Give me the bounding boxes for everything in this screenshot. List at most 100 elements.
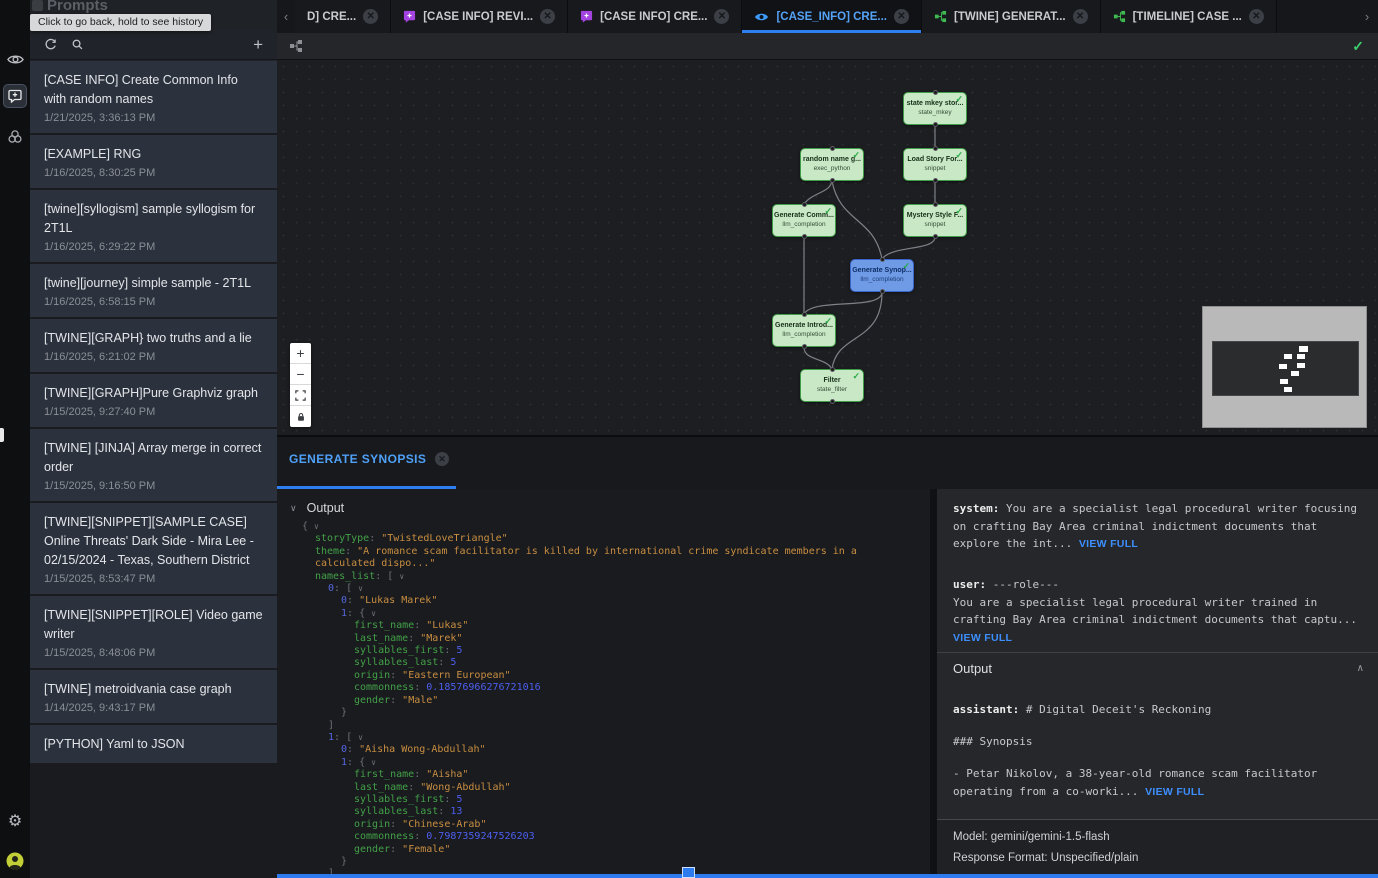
resize-handle[interactable] <box>682 867 695 878</box>
json-token: : <box>390 844 402 855</box>
tab-close-icon[interactable]: ✕ <box>1073 9 1088 24</box>
graph-node[interactable]: ✓state mkey stor...state_mkey <box>903 92 967 125</box>
search-icon[interactable] <box>71 38 84 51</box>
json-line: commonness: 0.18576966276721016 <box>277 682 920 694</box>
graph-canvas[interactable]: ✓state mkey stor...state_mkey ✓random nam… <box>277 60 1378 435</box>
collapse-chevron-icon[interactable]: ∨ <box>371 758 376 767</box>
collapse-chevron-icon[interactable]: ∨ <box>358 733 363 742</box>
tab-close-icon[interactable]: ✕ <box>540 9 555 24</box>
edge-drag-handle[interactable] <box>0 428 4 442</box>
tab-close-icon[interactable]: ✕ <box>363 9 378 24</box>
list-item[interactable]: [twine][syllogism] sample syllogism for … <box>30 190 277 262</box>
json-token: : { <box>347 757 371 768</box>
output-section-toggle[interactable]: ∨ Output <box>277 489 930 521</box>
user-message: user: ---role--- You are a specialist le… <box>953 576 1366 647</box>
json-token: : <box>414 682 426 693</box>
view-full-link[interactable]: VIEW FULL <box>1145 786 1204 798</box>
list-item[interactable]: [TWINE] metroidvania case graph1/14/2025… <box>30 670 277 723</box>
json-line: names_list: [ ∨ <box>277 571 920 583</box>
add-prompt-button[interactable]: + <box>253 36 263 53</box>
chevron-up-icon[interactable]: ∧ <box>1357 663 1364 674</box>
json-token: "Wong-Abdullah" <box>420 782 510 793</box>
view-full-link[interactable]: VIEW FULL <box>953 632 1012 644</box>
check-icon: ✓ <box>955 206 963 217</box>
fit-view-icon[interactable] <box>290 385 311 406</box>
refresh-icon[interactable] <box>44 38 57 51</box>
graph-node[interactable]: ✓Filterstate_filter <box>800 369 864 402</box>
tab-close-icon[interactable]: ✕ <box>1249 9 1264 24</box>
list-item[interactable]: [TWINE][SNIPPET][SAMPLE CASE] Online Thr… <box>30 503 277 594</box>
list-item[interactable]: [CASE INFO] Create Common Info with rand… <box>30 61 277 133</box>
collapse-chevron-icon[interactable]: ∨ <box>371 609 376 618</box>
json-line: first_name: "Lukas" <box>277 620 920 632</box>
close-icon[interactable]: ✕ <box>435 452 449 466</box>
json-token: : <box>438 657 450 668</box>
scroll-tabs-left-icon[interactable]: ‹ <box>277 0 295 33</box>
check-icon: ✓ <box>955 94 963 105</box>
json-token: } <box>341 707 347 718</box>
resize-bar[interactable] <box>277 874 1378 878</box>
prompt-timestamp: 1/16/2025, 8:30:25 PM <box>44 167 263 179</box>
graph-node[interactable]: ✓Generate Synop...llm_completion <box>850 259 914 292</box>
list-item[interactable]: [PYTHON] Yaml to JSON <box>30 725 277 763</box>
zoom-in-icon[interactable]: + <box>290 343 311 364</box>
tab-bar: ‹ D] CRE...✕[CASE INFO] REVI...✕[CASE IN… <box>277 0 1378 33</box>
list-item[interactable]: [TWINE][GRAPH} two truths and a lie1/16/… <box>30 319 277 372</box>
minimap-node <box>1284 387 1292 392</box>
node-subtitle: state_filter <box>801 385 863 394</box>
prompts-nav-icon[interactable] <box>3 84 27 108</box>
prompt-timestamp: 1/16/2025, 6:21:02 PM <box>44 351 263 363</box>
minimap[interactable] <box>1202 306 1367 428</box>
json-line: ] <box>277 720 920 732</box>
canvas-controls: + − <box>290 343 311 427</box>
tab[interactable]: [CASE INFO] REVI...✕ <box>391 0 568 33</box>
list-item[interactable]: [EXAMPLE] RNG1/16/2025, 8:30:25 PM <box>30 135 277 188</box>
tab[interactable]: [CASE INFO] CRE...✕ <box>568 0 742 33</box>
json-token: : [ <box>334 732 358 743</box>
tab-close-icon[interactable]: ✕ <box>714 9 729 24</box>
list-item[interactable]: [TWINE] [JINJA] Array merge in correct o… <box>30 429 277 501</box>
tab-generate-synopsis[interactable]: GENERATE SYNOPSIS ✕ <box>289 452 449 466</box>
json-line: storyType: "TwistedLoveTriangle" <box>277 533 920 545</box>
eye-view-icon[interactable] <box>0 44 30 74</box>
minimap-viewport[interactable] <box>1212 341 1359 396</box>
tab-label: [CASE_INFO] CRE... <box>776 11 887 23</box>
minimap-node <box>1280 379 1288 384</box>
json-line: commonness: 0.7987359247526203 <box>277 831 920 843</box>
graph-node[interactable]: ✓random name g...exec_python <box>800 148 864 181</box>
list-item[interactable]: [TWINE][SNIPPET][ROLE] Video game writer… <box>30 596 277 668</box>
workflow-nav-icon[interactable] <box>0 122 30 152</box>
graph-node[interactable]: ✓Mystery Style F...snippet <box>903 204 967 237</box>
collapse-chevron-icon[interactable]: ∨ <box>314 522 319 531</box>
tab-close-icon[interactable]: ✕ <box>894 9 909 24</box>
lock-icon[interactable] <box>290 406 311 427</box>
settings-gear-icon[interactable]: ⚙ <box>0 806 30 836</box>
json-tree: { ∨storyType: "TwistedLoveTriangle"theme… <box>277 521 930 874</box>
view-full-link[interactable]: VIEW FULL <box>1079 538 1138 550</box>
user-avatar[interactable] <box>0 846 30 876</box>
json-token: first_name <box>354 620 414 631</box>
json-token: : <box>390 819 402 830</box>
collapse-chevron-icon[interactable]: ∨ <box>358 584 363 593</box>
list-item[interactable]: [TWINE][GRAPH]Pure Graphviz graph1/15/20… <box>30 374 277 427</box>
list-item[interactable]: [twine][journey] simple sample - 2T1L1/1… <box>30 264 277 317</box>
collapse-chevron-icon[interactable]: ∨ <box>399 572 404 581</box>
json-token: : <box>345 546 357 557</box>
json-line: syllables_last: 5 <box>277 657 920 669</box>
tab[interactable]: D] CRE...✕ <box>295 0 391 33</box>
scroll-tabs-right-icon[interactable]: › <box>1358 0 1376 33</box>
output-header[interactable]: Output ∧ <box>953 661 1364 676</box>
tab[interactable]: [CASE_INFO] CRE... ✕ <box>742 0 922 33</box>
graph-node[interactable]: ✓Generate Introd...llm_completion <box>772 314 836 347</box>
tab[interactable]: [TWINE] GENERAT...✕ <box>922 0 1101 33</box>
zoom-out-icon[interactable]: − <box>290 364 311 385</box>
json-line: origin: "Eastern European" <box>277 670 920 682</box>
json-token: syllables_first <box>354 645 444 656</box>
graph-node[interactable]: ✓Generate Comm...llm_completion <box>772 204 836 237</box>
panel-divider[interactable] <box>930 489 937 874</box>
json-line: 1: { ∨ <box>277 608 920 620</box>
json-token: : <box>369 533 381 544</box>
json-token: : <box>438 806 450 817</box>
tab[interactable]: [TIMELINE] CASE ...✕ <box>1101 0 1277 33</box>
graph-node[interactable]: ✓Load Story For...snippet <box>903 148 967 181</box>
